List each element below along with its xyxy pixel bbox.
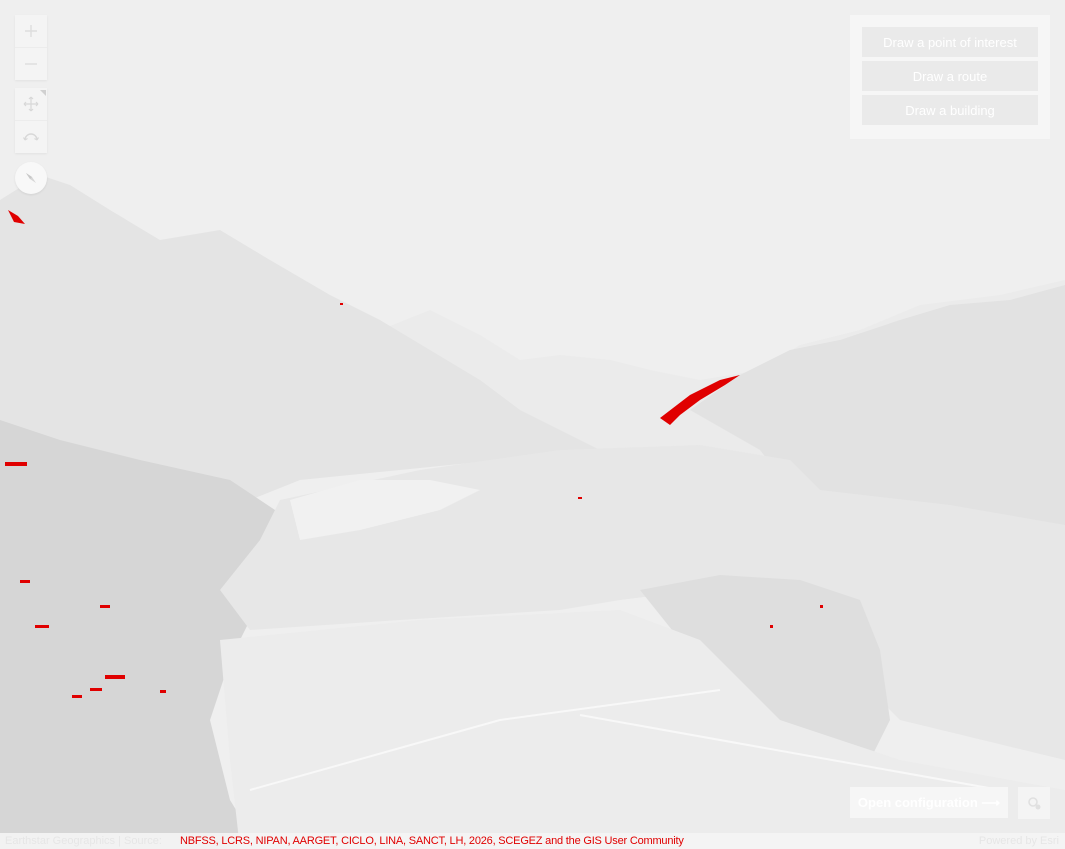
red-speck <box>35 625 49 628</box>
red-speck <box>5 462 27 466</box>
locate-button[interactable] <box>1018 787 1050 819</box>
zoom-controls <box>15 15 47 80</box>
red-speck <box>100 605 110 608</box>
navigation-controls <box>15 88 47 153</box>
open-configuration-button[interactable]: Open configuration ⟶ <box>850 787 1008 818</box>
draw-panel: Draw a point of interest Draw a route Dr… <box>850 15 1050 139</box>
locate-gear-icon <box>1028 797 1041 810</box>
red-speck <box>820 605 823 608</box>
draw-route-button[interactable]: Draw a route <box>862 61 1038 91</box>
zoom-in-button[interactable] <box>15 15 47 47</box>
minus-icon <box>25 63 37 65</box>
draw-building-button[interactable]: Draw a building <box>862 95 1038 125</box>
plus-icon <box>25 25 37 37</box>
red-speck <box>105 675 125 679</box>
red-speck <box>340 303 343 305</box>
red-speck <box>578 497 582 499</box>
attribution-overlay-text: NBFSS, LCRS, NIPAN, AARGET, CICLO, LINA,… <box>180 835 684 847</box>
red-speck <box>72 695 82 698</box>
scene-view[interactable]: Draw a point of interest Draw a route Dr… <box>0 0 1065 849</box>
attribution-text[interactable]: Earthstar Geographics | Source: <box>5 833 162 849</box>
red-speck <box>160 690 166 693</box>
red-speck <box>770 625 773 628</box>
compass-needle-icon <box>26 173 36 183</box>
draw-point-of-interest-button[interactable]: Draw a point of interest <box>862 27 1038 57</box>
powered-by-esri-link[interactable]: Powered by Esri <box>979 833 1059 849</box>
move-arrows-icon <box>23 96 39 112</box>
rotate-icon <box>22 133 40 141</box>
rotate-button[interactable] <box>15 120 47 153</box>
red-speck <box>20 580 30 583</box>
pan-button[interactable] <box>15 88 47 120</box>
attribution-bar: Earthstar Geographics | Source: NBFSS, L… <box>0 833 1065 849</box>
corner-indicator-icon <box>40 90 46 96</box>
zoom-out-button[interactable] <box>15 47 47 80</box>
compass-button[interactable] <box>15 162 47 194</box>
red-speck <box>90 688 102 691</box>
